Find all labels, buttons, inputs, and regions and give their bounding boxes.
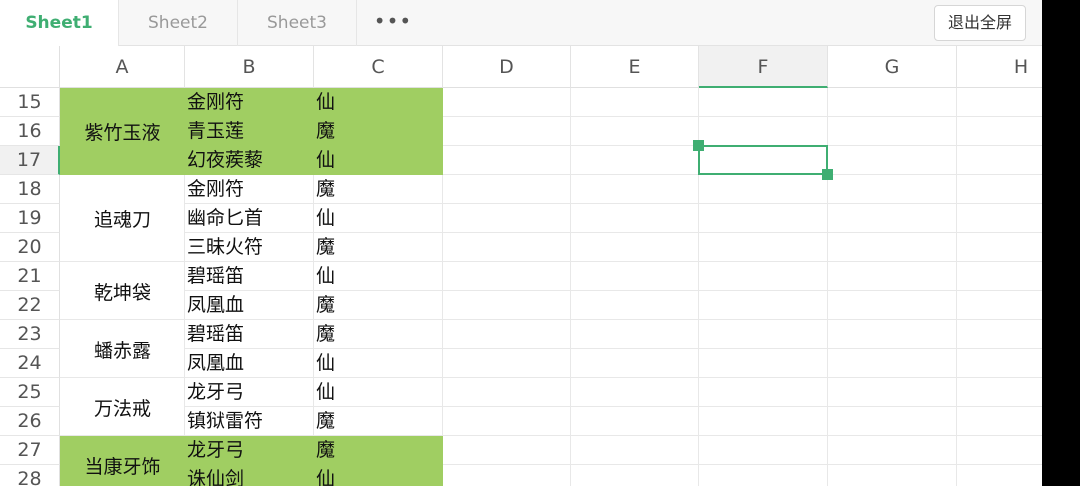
row-gridline	[60, 348, 1042, 349]
tab-sheet1[interactable]: Sheet1	[0, 0, 119, 47]
cell-b[interactable]: 三昧火符	[187, 234, 263, 261]
selection-handle-top-left[interactable]	[693, 140, 704, 151]
row-header-28[interactable]: 28	[0, 465, 60, 486]
screen-edge	[1042, 0, 1080, 486]
cell-c[interactable]: 仙	[316, 379, 335, 406]
cell-c[interactable]: 魔	[316, 292, 335, 319]
exit-fullscreen-button[interactable]: 退出全屏	[934, 5, 1026, 41]
row-gridline	[60, 290, 1042, 291]
column-header-f[interactable]: F	[699, 46, 828, 88]
column-gridline	[956, 88, 957, 486]
column-header-a[interactable]: A	[60, 46, 185, 88]
merged-cell-name[interactable]: 追魂刀	[60, 175, 185, 262]
row-gridline	[60, 232, 1042, 233]
column-header-h[interactable]: H	[957, 46, 1042, 88]
row-header-26[interactable]: 26	[0, 407, 60, 436]
cell-b[interactable]: 幻夜蒺藜	[187, 147, 263, 174]
cell-b[interactable]: 龙牙弓	[187, 437, 244, 464]
row-header-16[interactable]: 16	[0, 117, 60, 146]
selected-cell[interactable]	[698, 145, 828, 175]
cell-b[interactable]: 幽命匕首	[187, 205, 263, 232]
cell-c[interactable]: 仙	[316, 147, 335, 174]
tab-sheet2[interactable]: Sheet2	[119, 0, 238, 46]
spreadsheet-app: Sheet1 Sheet2 Sheet3 ••• 退出全屏 紫竹玉液 金刚符仙青玉…	[0, 0, 1042, 486]
row-header-27[interactable]: 27	[0, 436, 60, 465]
cell-b[interactable]: 青玉莲	[187, 118, 244, 145]
row-header-22[interactable]: 22	[0, 291, 60, 320]
cell-c[interactable]: 魔	[316, 437, 335, 464]
merged-cell-name[interactable]: 万法戒	[60, 378, 185, 436]
cell-b[interactable]: 碧瑶笛	[187, 263, 244, 290]
cell-b[interactable]: 碧瑶笛	[187, 321, 244, 348]
cell-c[interactable]: 魔	[316, 321, 335, 348]
cell-c[interactable]: 魔	[316, 234, 335, 261]
cell-c[interactable]: 仙	[316, 466, 335, 486]
row-header-17[interactable]: 17	[0, 146, 60, 175]
sheet-grid[interactable]: 紫竹玉液 金刚符仙青玉莲魔幻夜蒺藜仙追魂刀 金刚符魔幽命匕首仙三昧火符魔乾坤袋 碧瑶笛…	[0, 46, 1042, 486]
selection-handle-bottom-right[interactable]	[822, 169, 833, 180]
column-header-e[interactable]: E	[571, 46, 699, 88]
cell-b[interactable]: 诛仙剑	[187, 466, 244, 486]
cell-c[interactable]: 仙	[316, 89, 335, 116]
cell-c[interactable]: 仙	[316, 350, 335, 377]
row-gridline	[60, 261, 1042, 262]
row-header-15[interactable]: 15	[0, 88, 60, 117]
cell-c[interactable]: 仙	[316, 205, 335, 232]
row-header-18[interactable]: 18	[0, 175, 60, 204]
column-header-g[interactable]: G	[828, 46, 957, 88]
cell-c[interactable]: 仙	[316, 263, 335, 290]
row-header-20[interactable]: 20	[0, 233, 60, 262]
row-header-24[interactable]: 24	[0, 349, 60, 378]
cell-c[interactable]: 魔	[316, 118, 335, 145]
cell-b[interactable]: 龙牙弓	[187, 379, 244, 406]
more-icon[interactable]: •••	[357, 0, 429, 46]
sheet-tab-bar: Sheet1 Sheet2 Sheet3 ••• 退出全屏	[0, 0, 1042, 47]
cell-c[interactable]: 魔	[316, 176, 335, 203]
row-header-23[interactable]: 23	[0, 320, 60, 349]
merged-cell-name[interactable]: 蟠赤露	[60, 320, 185, 378]
row-gridline	[60, 319, 1042, 320]
merged-cell-name[interactable]: 当康牙饰	[60, 436, 185, 486]
merged-cell-name[interactable]: 乾坤袋	[60, 262, 185, 320]
cell-b[interactable]: 凤凰血	[187, 292, 244, 319]
select-all-corner[interactable]	[0, 46, 60, 88]
column-header-d[interactable]: D	[443, 46, 571, 88]
column-header-b[interactable]: B	[185, 46, 314, 88]
row-gridline	[60, 377, 1042, 378]
column-header-c[interactable]: C	[314, 46, 443, 88]
cell-b[interactable]: 镇狱雷符	[187, 408, 263, 435]
tab-sheet3[interactable]: Sheet3	[238, 0, 357, 46]
row-header-21[interactable]: 21	[0, 262, 60, 291]
cell-c[interactable]: 魔	[316, 408, 335, 435]
row-gridline	[60, 406, 1042, 407]
cell-b[interactable]: 金刚符	[187, 89, 244, 116]
column-gridline	[570, 88, 571, 486]
row-gridline	[60, 203, 1042, 204]
row-header-25[interactable]: 25	[0, 378, 60, 407]
row-header-19[interactable]: 19	[0, 204, 60, 233]
cell-b[interactable]: 凤凰血	[187, 350, 244, 377]
cell-b[interactable]: 金刚符	[187, 176, 244, 203]
merged-cell-name[interactable]: 紫竹玉液	[60, 88, 185, 175]
